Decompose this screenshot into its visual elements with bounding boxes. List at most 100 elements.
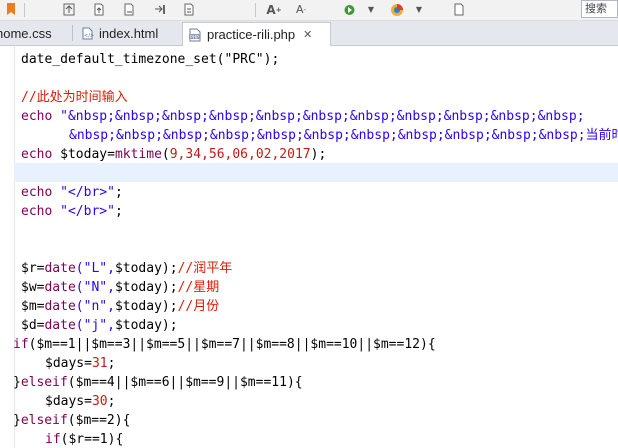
- code-text: date_default_timezone_set("PRC");: [21, 52, 280, 67]
- tab-label: index.html: [99, 26, 159, 41]
- string-literal: &nbsp;&nbsp;&nbsp;&nbsp;&nbsp;&nbsp;&nbs…: [69, 128, 618, 143]
- forward-icon[interactable]: [150, 1, 168, 18]
- punctuation: (: [161, 147, 170, 162]
- keyword-echo: echo: [21, 147, 61, 162]
- function-name: date: [44, 318, 76, 333]
- toolbar-separator: [255, 3, 256, 17]
- variable: $today);: [114, 318, 178, 333]
- code-line: $w=date("N",$today);//星期: [21, 278, 219, 297]
- code-line: date_default_timezone_set("PRC");: [21, 50, 279, 69]
- string-literal: "</br>": [60, 185, 115, 200]
- toolbar-separator: [24, 3, 25, 17]
- string-literal: "&nbsp;&nbsp;&nbsp;&nbsp;&nbsp;&nbsp;&nb…: [60, 109, 585, 124]
- code-editor[interactable]: ' date_default_timezone_set("PRC"); //此处…: [0, 46, 618, 448]
- code-line: }elseif($m==2){: [13, 411, 130, 430]
- condition: ($r==1){: [60, 432, 124, 447]
- bookmark-icon[interactable]: [2, 1, 20, 18]
- editor-tab-bar: home.css </> index.html PHP practice-ril…: [0, 21, 618, 46]
- code-comment: //此处为时间输入: [21, 88, 128, 107]
- code-line: $r=date("L",$today);//润平年: [21, 259, 232, 278]
- condition: ($m==2){: [67, 413, 131, 428]
- comment-text: //星期: [177, 280, 220, 295]
- code-line: $m=date("n",$today);//月份: [21, 297, 219, 316]
- code-line: $days=31;: [45, 354, 115, 373]
- punctuation: );: [310, 147, 327, 162]
- code-line: echo $today=mktime(9,34,56,06,02,2017);: [21, 145, 326, 164]
- code-line: echo "</br>";: [21, 202, 123, 221]
- svg-text:PHP: PHP: [190, 34, 199, 40]
- comment-text: //润平年: [177, 261, 233, 276]
- punctuation: }: [13, 413, 21, 428]
- tab-label: home.css: [0, 26, 52, 41]
- comment-text: //此处为时间输入: [21, 90, 128, 105]
- keyword-echo: echo: [21, 185, 61, 200]
- page-icon[interactable]: [120, 1, 138, 18]
- variable: $today);: [114, 299, 178, 314]
- variable: $w=: [21, 280, 45, 295]
- variable: $m=: [21, 299, 45, 314]
- variable: $today);: [114, 280, 178, 295]
- string-literal: ("n",: [75, 299, 115, 314]
- browser-icon[interactable]: [388, 1, 406, 18]
- php-file-icon: PHP: [188, 28, 202, 42]
- condition: ($m==1||$m==3||$m==5||$m==7||$m==8||$m==…: [28, 337, 436, 352]
- font-increase-icon[interactable]: A +: [265, 1, 283, 18]
- run-icon[interactable]: [340, 1, 358, 18]
- code-line: echo "</br>";: [21, 183, 123, 202]
- upload-icon[interactable]: [60, 1, 78, 18]
- tab-home-css[interactable]: home.css: [0, 23, 62, 44]
- string-literal: ("N",: [75, 280, 115, 295]
- close-icon[interactable]: ✕: [303, 28, 312, 41]
- variable: $days=: [45, 394, 92, 409]
- number-literal: 30: [91, 394, 108, 409]
- punctuation: ;: [114, 204, 123, 219]
- variable: $r=: [21, 261, 45, 276]
- code-line: &nbsp;&nbsp;&nbsp;&nbsp;&nbsp;&nbsp;&nbs…: [69, 126, 618, 145]
- code-line: echo "&nbsp;&nbsp;&nbsp;&nbsp;&nbsp;&nbs…: [21, 107, 585, 126]
- number-literal: 9,34,56,06,02,2017: [169, 147, 311, 162]
- current-line-highlight: [14, 163, 618, 182]
- toolbar: A + A- ▼ ▼ 搜索: [0, 0, 618, 21]
- search-input[interactable]: 搜索: [581, 0, 618, 18]
- string-literal: ("L",: [75, 261, 115, 276]
- dropdown-icon[interactable]: ▼: [410, 1, 428, 18]
- variable: $today);: [114, 261, 178, 276]
- page-icon[interactable]: [450, 1, 468, 18]
- code-line: $d=date("j",$today);: [21, 316, 178, 335]
- tab-practice-rili-php[interactable]: PHP practice-rili.php ✕: [182, 22, 331, 46]
- keyword-echo: echo: [21, 109, 53, 124]
- tab-divider: [72, 25, 73, 41]
- keyword-if: if: [13, 337, 29, 352]
- keyword-if: if: [45, 432, 61, 447]
- keyword-elseif: elseif: [20, 413, 68, 428]
- condition: ($m==4||$m==6||$m==9||$m==11){: [67, 375, 303, 390]
- tab-index-html[interactable]: </> index.html: [80, 23, 168, 44]
- punctuation: ;: [107, 394, 116, 409]
- code-line: if($m==1||$m==3||$m==5||$m==7||$m==8||$m…: [13, 335, 436, 354]
- page-icon[interactable]: [180, 1, 198, 18]
- code-line: $days=30;: [45, 392, 115, 411]
- tab-label: practice-rili.php: [207, 27, 296, 42]
- keyword-elseif: elseif: [20, 375, 68, 390]
- font-decrease-icon[interactable]: A-: [292, 1, 310, 18]
- punctuation: ;: [114, 185, 123, 200]
- dropdown-icon[interactable]: ▼: [362, 1, 380, 18]
- variable: $d=: [21, 318, 45, 333]
- string-literal: "</br>": [60, 204, 115, 219]
- function-name: date: [44, 261, 76, 276]
- variable: $today=: [60, 147, 115, 162]
- variable: $days=: [45, 356, 92, 371]
- number-literal: 31: [91, 356, 108, 371]
- html-file-icon: </>: [80, 27, 94, 41]
- punctuation: ;: [107, 356, 116, 371]
- function-name: date: [44, 280, 76, 295]
- punctuation: }: [13, 375, 21, 390]
- code-line: }elseif($m==4||$m==6||$m==9||$m==11){: [13, 373, 303, 392]
- string-literal: ("j",: [75, 318, 115, 333]
- svg-text:</>: </>: [84, 33, 94, 39]
- code-line: if($r==1){: [45, 430, 123, 448]
- comment-text: //月份: [177, 299, 220, 314]
- page-icon[interactable]: [90, 1, 108, 18]
- function-name: mktime: [114, 147, 162, 162]
- function-name: date: [44, 299, 76, 314]
